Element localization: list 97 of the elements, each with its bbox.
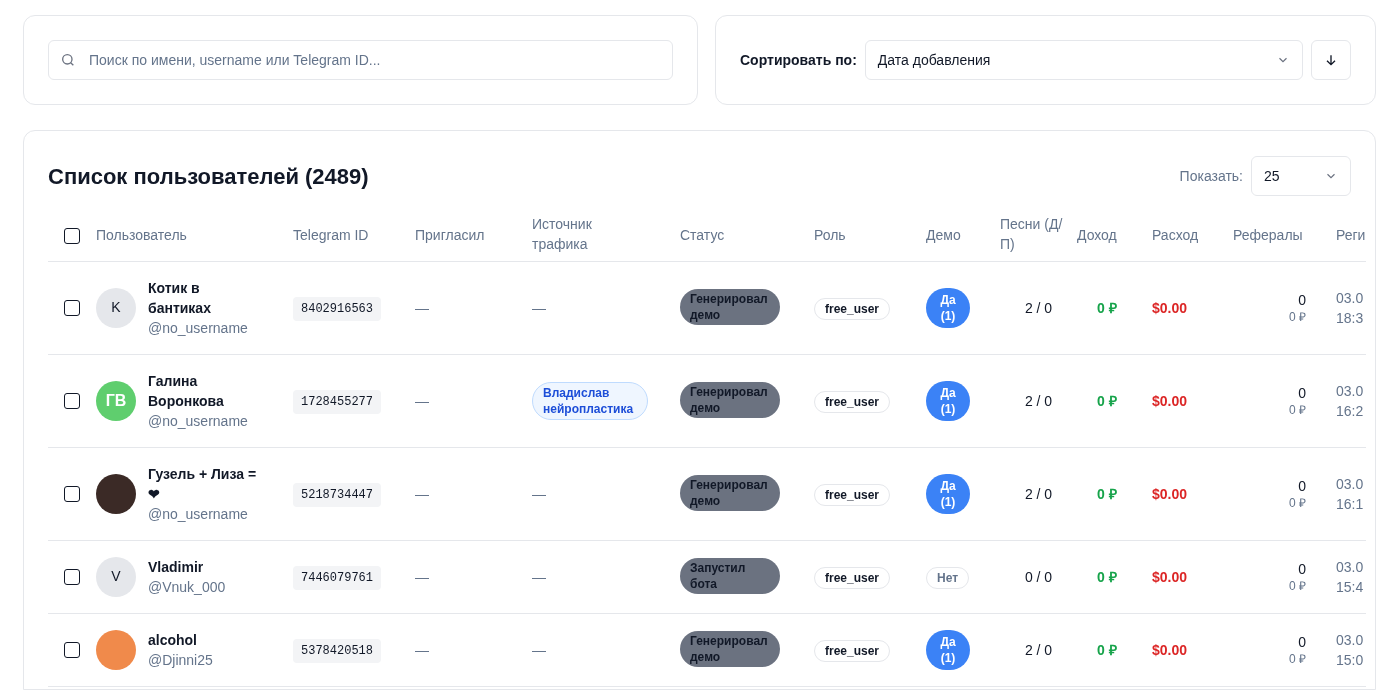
expense-value: $0.00	[1152, 299, 1188, 316]
telegram-id: 7446079761	[293, 565, 381, 590]
checkbox[interactable]	[64, 486, 80, 503]
status-badge: Запустил бота	[680, 558, 780, 594]
column-header: Пользователь	[96, 225, 187, 245]
expense-value: $0.00	[1152, 568, 1188, 585]
registration-date: 03.0	[1336, 557, 1365, 577]
expense-value: $0.00	[1152, 392, 1188, 409]
avatar: V	[96, 556, 136, 597]
income-value: 0 ₽	[1097, 299, 1117, 316]
status-badge: Генерировал демо	[680, 475, 780, 511]
checkbox[interactable]	[64, 642, 80, 659]
column-header: Источник трафика	[532, 214, 593, 254]
registration-time: 18:3	[1336, 308, 1365, 328]
column-header: Демо	[926, 225, 961, 245]
registration-date: 03.0	[1336, 288, 1365, 308]
referral-income: 0 ₽	[1289, 577, 1306, 594]
status-badge: Генерировал демо	[680, 289, 780, 325]
user-name: alcohol	[148, 630, 198, 650]
column-header: Рефералы	[1233, 225, 1303, 245]
income-value: 0 ₽	[1097, 392, 1117, 409]
column-header: Песни (Д/П)	[1000, 214, 1064, 254]
username: @Vnuk_000	[148, 577, 226, 597]
checkbox[interactable]	[64, 227, 80, 244]
telegram-id: 8402916563	[293, 296, 381, 321]
referral-income: 0 ₽	[1289, 650, 1306, 667]
table-cell: 2 / 0	[1024, 299, 1053, 316]
expense-value: $0.00	[1152, 485, 1188, 502]
table-cell: —	[415, 485, 429, 502]
demo-badge: Да (1)	[926, 288, 970, 328]
sort-label: Сортировать по:	[740, 50, 857, 70]
user-name: Галина Воронкова	[148, 371, 225, 411]
telegram-id: 1728455277	[293, 389, 381, 414]
checkbox[interactable]	[64, 393, 80, 410]
referral-income: 0 ₽	[1289, 494, 1306, 511]
column-header: Доход	[1077, 225, 1117, 245]
table-cell: —	[532, 299, 546, 316]
status-badge: Генерировал демо	[680, 631, 780, 667]
demo-badge: Да (1)	[926, 474, 970, 514]
telegram-id: 5378420518	[293, 638, 381, 663]
avatar: ГВ	[96, 380, 136, 421]
telegram-id: 5218734447	[293, 482, 381, 507]
registration-date: 03.0	[1336, 381, 1365, 401]
income-value: 0 ₽	[1097, 641, 1117, 658]
column-header: Пригласил	[415, 225, 485, 245]
sort-select[interactable]: Дата добавления	[864, 40, 1303, 80]
table-cell: —	[415, 641, 429, 658]
referral-count: 0	[1298, 476, 1306, 495]
registration-date: 03.0	[1336, 630, 1365, 650]
income-value: 0 ₽	[1097, 485, 1117, 502]
column-header: Расход	[1152, 225, 1199, 245]
table-cell: —	[532, 641, 546, 658]
username: @no_username	[148, 318, 249, 338]
column-header: Роль	[814, 225, 846, 245]
registration-time: 15:4	[1336, 577, 1365, 597]
user-name: Vladimir	[148, 557, 205, 577]
referral-count: 0	[1298, 632, 1306, 651]
status-badge: Генерировал демо	[680, 382, 780, 418]
table-cell: —	[532, 485, 546, 502]
traffic-source-tag: Владислав нейропластика	[532, 381, 648, 420]
column-header: Telegram ID	[293, 225, 369, 245]
checkbox[interactable]	[64, 569, 80, 586]
referral-count: 0	[1298, 559, 1306, 578]
search-icon	[60, 52, 76, 68]
registration-time: 16:1	[1336, 494, 1365, 514]
avatar: K	[96, 287, 136, 328]
referral-count: 0	[1298, 290, 1306, 309]
table-cell: —	[415, 299, 429, 316]
table-cell: 2 / 0	[1024, 392, 1053, 409]
referral-count: 0	[1298, 383, 1306, 402]
username: @no_username	[148, 504, 249, 524]
search-field[interactable]: Поиск по имени, username или Telegram ID...	[48, 40, 673, 80]
referral-income: 0 ₽	[1289, 308, 1306, 325]
table-cell: 2 / 0	[1024, 485, 1053, 502]
demo-badge: Да (1)	[926, 630, 970, 670]
referral-income: 0 ₽	[1289, 401, 1306, 418]
table-cell: —	[415, 568, 429, 585]
user-name: Котик в бантиках	[148, 278, 212, 318]
card-title: Список пользователей (2489)	[48, 162, 369, 191]
page-size-select[interactable]: 25	[1251, 156, 1351, 196]
registration-time: 15:0	[1336, 650, 1365, 670]
table-cell: —	[415, 392, 429, 409]
income-value: 0 ₽	[1097, 568, 1117, 585]
demo-badge: Да (1)	[926, 381, 970, 421]
username: @no_username	[148, 411, 249, 431]
column-header: Статус	[680, 225, 725, 245]
checkbox[interactable]	[64, 300, 80, 317]
column-header: Реги	[1336, 225, 1366, 245]
table-cell: 0 / 0	[1024, 568, 1053, 585]
expense-value: $0.00	[1152, 641, 1188, 658]
page-size-label: Показать:	[1179, 166, 1243, 186]
table-cell: 2 / 0	[1024, 641, 1053, 658]
username: @Djinni25	[148, 650, 213, 670]
registration-date: 03.0	[1336, 474, 1365, 494]
table-cell: —	[532, 568, 546, 585]
registration-time: 16:2	[1336, 401, 1365, 421]
user-name: Гузель + Лиза = ❤	[148, 464, 258, 504]
